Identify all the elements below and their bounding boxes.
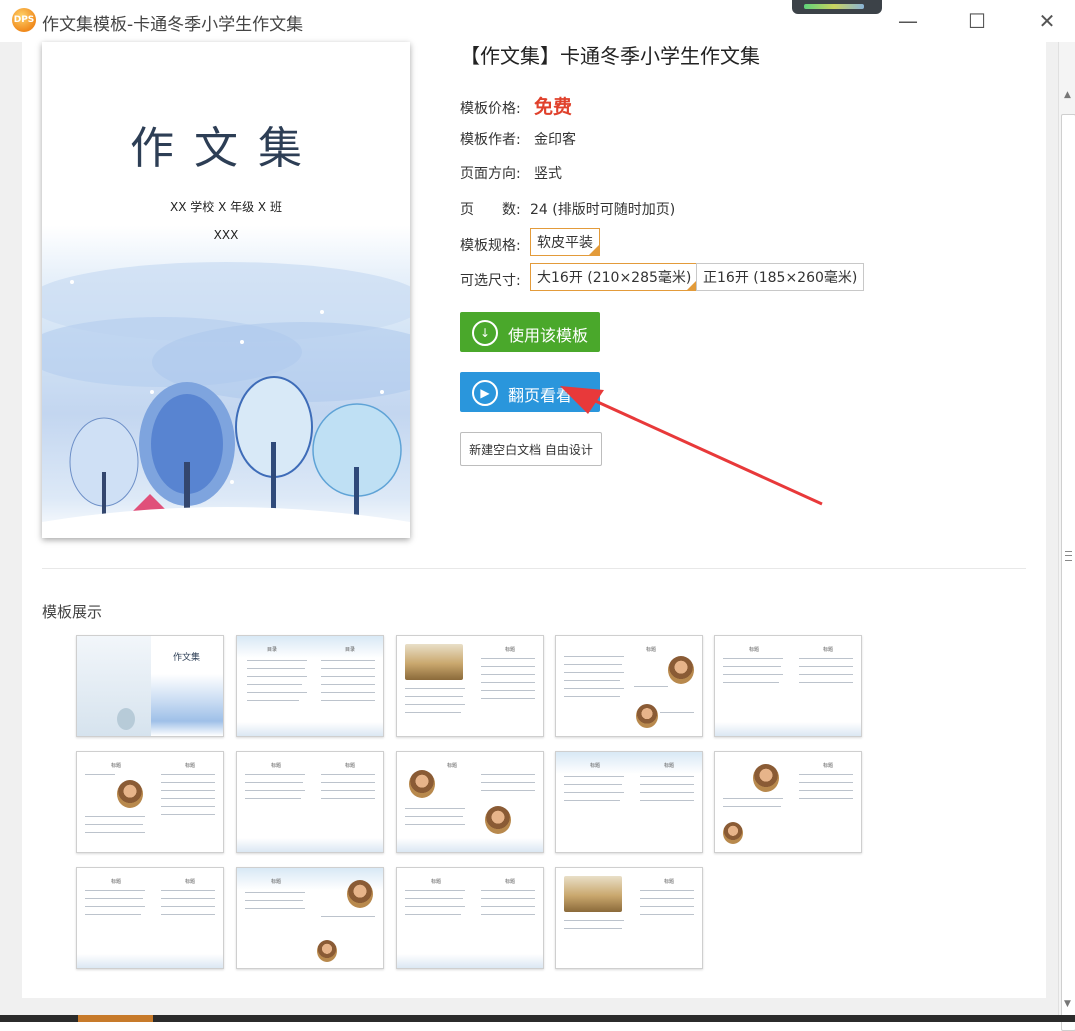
orientation-value: 竖式: [534, 166, 562, 182]
spec-option-softcover[interactable]: 软皮平装: [530, 228, 600, 256]
use-template-button[interactable]: ↓ 使用该模板: [460, 312, 600, 352]
app-logo-icon: DPS: [12, 8, 36, 32]
flip-preview-button[interactable]: ▶ 翻页看看: [460, 372, 600, 412]
vertical-scrollbar[interactable]: ▲ ▼: [1058, 42, 1075, 1031]
thumb-heading: 标题: [431, 879, 442, 885]
new-blank-document-button[interactable]: 新建空白文档 自由设计: [460, 432, 602, 466]
network-status-widget: [792, 0, 882, 14]
thumb-heading: 标题: [505, 879, 516, 885]
thumb-heading: 标题: [447, 763, 458, 769]
spec-label: 模板规格:: [460, 238, 521, 254]
gallery-thumb-page[interactable]: 标题 标题: [555, 751, 703, 853]
author-label: 模板作者:: [460, 132, 521, 148]
size-option-standard16[interactable]: 正16开 (185×260毫米): [696, 263, 865, 291]
pages-label: 页 数:: [460, 202, 521, 218]
cover-title: 作文集: [130, 123, 322, 174]
thumb-heading: 标题: [111, 879, 122, 885]
gallery-title: 模板展示: [42, 603, 103, 621]
thumb-heading: 标题: [185, 763, 196, 769]
gallery-thumb-cover[interactable]: 作文集: [76, 635, 224, 737]
thumb-heading: 标题: [185, 879, 196, 885]
cover-preview[interactable]: 作文集 XX 学校 X 年级 X 班 XXX: [42, 42, 410, 538]
thumb-heading: 标题: [823, 763, 834, 769]
gallery-thumb-page[interactable]: 标题: [236, 867, 384, 969]
use-template-label: 使用该模板: [508, 326, 589, 345]
price-label: 模板价格:: [460, 101, 521, 117]
thumb-heading: 标题: [749, 647, 760, 653]
gallery-thumb-page[interactable]: 标题 标题: [396, 867, 544, 969]
thumb-heading: 标题: [271, 763, 282, 769]
thumb-cover-title: 作文集: [173, 653, 201, 663]
gallery-thumb-page[interactable]: 标题: [555, 867, 703, 969]
thumb-heading: 标题: [646, 647, 657, 653]
gallery-thumb-page[interactable]: 标题: [555, 635, 703, 737]
taskbar-strip: [0, 1015, 1075, 1022]
thumb-heading: 目录: [345, 647, 356, 653]
price-value: 免费: [534, 96, 573, 118]
maximize-button[interactable]: ☐: [962, 6, 992, 36]
template-title: 【作文集】卡通冬季小学生作文集: [460, 44, 760, 68]
window-title: 作文集模板-卡通冬季小学生作文集: [42, 15, 304, 35]
size-option-large16[interactable]: 大16开 (210×285毫米): [530, 263, 699, 291]
author-value: 金印客: [534, 132, 576, 148]
gallery-thumb-page[interactable]: 标题: [396, 751, 544, 853]
thumb-heading: 标题: [111, 763, 122, 769]
scroll-thumb[interactable]: [1061, 114, 1075, 1031]
scroll-grip-icon: [1065, 551, 1072, 561]
thumb-heading: 目录: [267, 647, 278, 653]
close-button[interactable]: ✕: [1032, 6, 1062, 36]
thumb-heading: 标题: [590, 763, 601, 769]
play-circle-icon: ▶: [472, 380, 498, 406]
gallery-thumb-toc[interactable]: 目录 目录: [236, 635, 384, 737]
gallery-thumb-page[interactable]: 标题: [396, 635, 544, 737]
thumb-heading: 标题: [823, 647, 834, 653]
orientation-label: 页面方向:: [460, 166, 521, 182]
gallery-thumb-page[interactable]: 标题 标题: [76, 867, 224, 969]
thumb-heading: 标题: [664, 763, 675, 769]
scroll-down-icon[interactable]: ▼: [1059, 999, 1075, 1013]
thumb-heading: 标题: [271, 879, 282, 885]
flip-preview-label: 翻页看看: [508, 386, 573, 405]
thumb-heading: 标题: [664, 879, 675, 885]
size-label: 可选尺寸:: [460, 273, 521, 289]
scroll-up-icon[interactable]: ▲: [1059, 90, 1075, 104]
winter-trees-illustration: [42, 262, 410, 538]
gallery-thumb-page[interactable]: 标题: [714, 751, 862, 853]
pages-value: 24 (排版时可随时加页): [530, 202, 676, 218]
download-circle-icon: ↓: [472, 320, 498, 346]
title-bar: DPS 作文集模板-卡通冬季小学生作文集 — ☐ ✕: [0, 0, 1075, 43]
gallery-thumb-page[interactable]: 标题 标题: [236, 751, 384, 853]
window-frame-right: [1046, 42, 1058, 1002]
minimize-button[interactable]: —: [893, 6, 923, 36]
gallery-thumb-page[interactable]: 标题 标题: [76, 751, 224, 853]
window-frame-left: [0, 42, 22, 1002]
thumb-heading: 标题: [505, 647, 516, 653]
thumb-heading: 标题: [345, 763, 356, 769]
cover-subtitle: XX 学校 X 年级 X 班: [170, 200, 282, 214]
section-divider: [42, 568, 1026, 569]
gallery-thumb-page[interactable]: 标题 标题: [714, 635, 862, 737]
